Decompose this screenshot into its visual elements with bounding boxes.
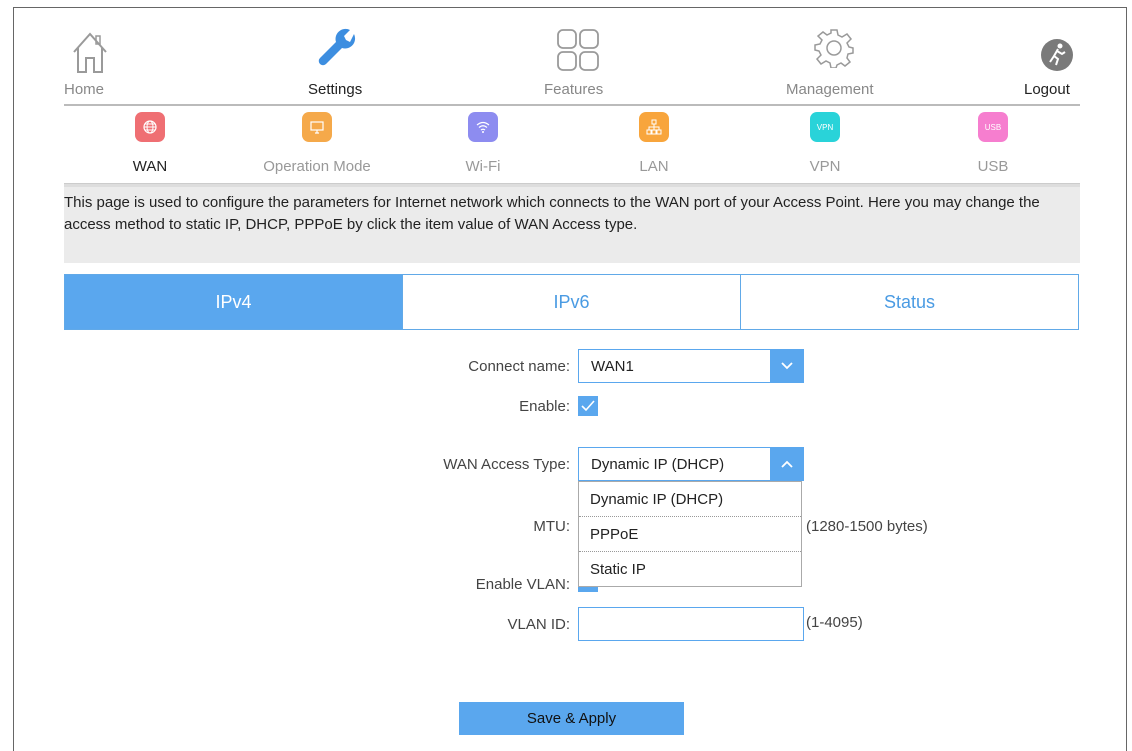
wan-access-type-dropdown: Dynamic IP (DHCP) PPPoE Static IP (578, 481, 802, 587)
enable-label: Enable: (519, 398, 570, 415)
nav-settings[interactable]: Settings (300, 28, 370, 104)
subnav-lan-label: LAN (639, 158, 669, 175)
connect-name-value: WAN1 (591, 358, 634, 375)
monitor-icon (302, 112, 332, 142)
enable-checkbox[interactable] (578, 396, 598, 416)
tab-status[interactable]: Status (740, 275, 1078, 329)
top-navigation: Home Settings Features Management Logout (64, 28, 1080, 104)
wan-access-type-value: Dynamic IP (DHCP) (591, 456, 725, 473)
option-pppoe[interactable]: PPPoE (579, 517, 801, 552)
wan-access-type-label: WAN Access Type: (443, 456, 570, 473)
vlan-id-hint: (1-4095) (806, 614, 863, 631)
checkmark-icon (581, 400, 595, 412)
page-description: This page is used to configure the param… (64, 187, 1080, 263)
subnav-wan-label: WAN (132, 158, 168, 175)
nav-settings-label: Settings (308, 81, 363, 98)
home-icon (73, 32, 107, 73)
nav-management-label: Management (786, 81, 874, 98)
save-apply-button[interactable]: Save & Apply (459, 702, 684, 735)
wrench-icon (318, 28, 356, 66)
mtu-label: MTU: (533, 518, 570, 535)
connect-name-select[interactable]: WAN1 (578, 349, 804, 383)
nav-features-label: Features (544, 81, 604, 98)
network-tree-icon (639, 112, 669, 142)
ip-tabs: IPv4 IPv6 Status (64, 274, 1079, 330)
wifi-icon (468, 112, 498, 142)
mtu-hint: (1280-1500 bytes) (806, 518, 928, 535)
tab-ipv4[interactable]: IPv4 (65, 275, 402, 329)
chevron-up-icon (770, 448, 803, 480)
tab-ipv6[interactable]: IPv6 (402, 275, 740, 329)
chevron-down-icon (770, 350, 803, 382)
nav-home-label: Home (64, 81, 105, 98)
subnav-wifi[interactable]: Wi-Fi (423, 108, 543, 178)
logout-runner-icon (1041, 39, 1073, 71)
option-dynamic-ip[interactable]: Dynamic IP (DHCP) (579, 482, 801, 517)
usb-icon: USB (978, 112, 1008, 142)
enable-vlan-label: Enable VLAN: (475, 576, 570, 593)
subnav-operation-mode[interactable]: Operation Mode (257, 108, 377, 178)
vlan-id-label: VLAN ID: (507, 616, 570, 633)
vpn-icon: VPN (810, 112, 840, 142)
subnav-operation-mode-label: Operation Mode (263, 158, 371, 175)
nav-home[interactable]: Home (64, 28, 124, 104)
connect-name-label: Connect name: (468, 358, 570, 375)
wan-access-type-select[interactable]: Dynamic IP (DHCP) (578, 447, 804, 481)
option-static-ip[interactable]: Static IP (579, 552, 801, 587)
subnav-usb[interactable]: USB USB (933, 108, 1053, 178)
features-grid-icon (557, 29, 599, 71)
nav-features[interactable]: Features (542, 28, 614, 104)
subnav-vpn[interactable]: VPN VPN (765, 108, 885, 178)
nav-logout[interactable]: Logout (1014, 28, 1080, 104)
nav-management[interactable]: Management (784, 28, 884, 104)
nav-divider (64, 104, 1080, 106)
globe-icon (135, 112, 165, 142)
vlan-id-input[interactable] (578, 607, 804, 641)
subnav-vpn-label: VPN (809, 158, 841, 175)
subnav-usb-label: USB (977, 158, 1009, 175)
sub-navigation: WAN Operation Mode Wi-Fi LAN VPN VPN USB… (64, 108, 1080, 178)
subnav-lan[interactable]: LAN (594, 108, 714, 178)
nav-logout-label: Logout (1024, 81, 1070, 98)
gear-icon (814, 29, 854, 68)
subnav-wifi-label: Wi-Fi (465, 158, 501, 175)
subnav-wan[interactable]: WAN (90, 108, 210, 178)
